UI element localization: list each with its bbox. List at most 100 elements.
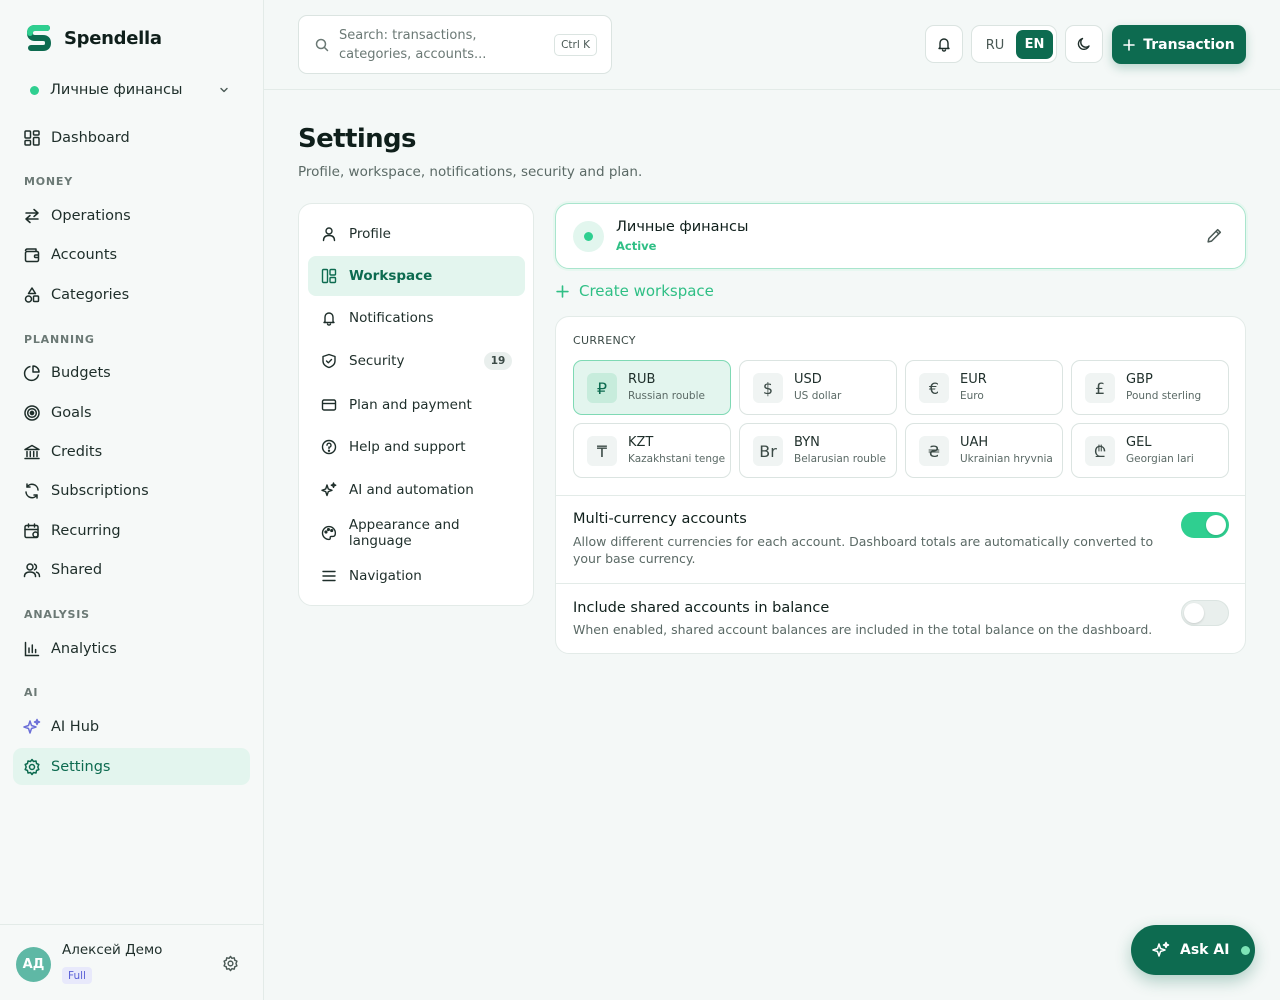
sidebar-item-label: Goals <box>51 404 92 421</box>
sidebar-item-label: Analytics <box>51 640 117 657</box>
settings-tab-help-and-support[interactable]: Help and support <box>308 427 525 467</box>
workspace-status-dot <box>30 85 39 95</box>
settings-tab-label: AI and automation <box>349 482 474 498</box>
create-workspace-button[interactable]: Create workspace <box>556 282 714 300</box>
currency-symbol: ₾ <box>1085 436 1115 466</box>
currency-symbol: € <box>919 373 949 403</box>
currency-symbol: $ <box>753 373 783 403</box>
sidebar-item-shared[interactable]: Shared <box>13 551 250 588</box>
currency-code: KZT <box>628 435 654 450</box>
sidebar-item-goals[interactable]: Goals <box>13 394 250 431</box>
workspace-card[interactable]: Личные финансы Active <box>555 203 1246 269</box>
shared-balance-toggle[interactable] <box>1181 600 1229 626</box>
sidebar-item-recurring[interactable]: Recurring <box>13 512 250 549</box>
app-logo[interactable]: Spendella <box>26 24 162 52</box>
add-transaction-button[interactable]: Transaction <box>1112 25 1246 64</box>
currency-option-gbp[interactable]: £ GBP Pound sterling <box>1071 360 1229 415</box>
settings-tab-notifications[interactable]: Notifications <box>308 298 525 338</box>
spendella-logo-icon <box>26 25 52 51</box>
bell-icon <box>323 312 335 326</box>
ask-ai-status-dot <box>1241 945 1251 955</box>
ask-ai-button[interactable]: Ask AI <box>1131 925 1255 975</box>
currency-code: GEL <box>1126 435 1152 450</box>
theme-toggle-button[interactable] <box>1065 25 1103 63</box>
lang-ru-button[interactable]: RU <box>977 31 1013 59</box>
credit-card-icon <box>321 399 337 411</box>
sidebar-item-categories[interactable]: Categories <box>13 276 250 313</box>
multi-currency-toggle[interactable] <box>1181 512 1229 538</box>
user-name: Алексей Демо <box>62 942 163 958</box>
settings-tab-appearance-and-language[interactable]: Appearance and language <box>308 513 525 553</box>
bell-icon <box>938 38 950 52</box>
currency-name: Kazakhstani tenge <box>628 453 726 465</box>
currency-code: GBP <box>1126 372 1153 387</box>
sidebar-item-operations[interactable]: Operations <box>13 197 250 234</box>
currency-option-gel[interactable]: ₾ GEL Georgian lari <box>1071 423 1229 478</box>
settings-tab-label: Notifications <box>349 310 434 326</box>
user-settings-gear-icon[interactable] <box>222 955 239 972</box>
sparkles-icon <box>23 718 41 734</box>
sidebar-item-analytics[interactable]: Analytics <box>13 630 250 667</box>
currency-code: EUR <box>960 372 987 387</box>
currency-option-uah[interactable]: ₴ UAH Ukrainian hryvnia <box>905 423 1063 478</box>
sidebar-section-planning: PLANNING <box>24 333 95 346</box>
plus-icon <box>1123 38 1136 51</box>
user-icon <box>322 227 336 242</box>
divider <box>556 495 1245 496</box>
page-subtitle: Profile, workspace, notifications, secur… <box>298 164 643 180</box>
shapes-icon <box>24 286 40 303</box>
currency-option-eur[interactable]: € EUR Euro <box>905 360 1063 415</box>
sidebar-item-label: Operations <box>51 207 131 224</box>
ask-ai-label: Ask AI <box>1180 942 1230 958</box>
sidebar-item-budgets[interactable]: Budgets <box>13 354 250 391</box>
settings-tab-navigation[interactable]: Navigation <box>308 556 525 596</box>
sidebar-item-label: Categories <box>51 286 130 303</box>
users-icon <box>23 562 41 577</box>
currency-section-title: CURRENCY <box>573 334 636 347</box>
settings-tab-workspace[interactable]: Workspace <box>308 256 525 296</box>
sidebar-item-credits[interactable]: Credits <box>13 433 250 470</box>
currency-code: USD <box>794 372 822 387</box>
bank-icon <box>24 444 40 459</box>
notifications-button[interactable] <box>925 25 963 63</box>
lang-en-button[interactable]: EN <box>1016 30 1053 59</box>
gear-icon <box>24 758 40 775</box>
settings-tab-plan-and-payment[interactable]: Plan and payment <box>308 385 525 425</box>
settings-tab-profile[interactable]: Profile <box>308 214 525 254</box>
shield-icon <box>322 353 336 369</box>
settings-tab-security[interactable]: Security 19 <box>308 341 525 381</box>
avatar[interactable]: АД <box>16 947 51 982</box>
sidebar-item-dashboard[interactable]: Dashboard <box>13 119 250 156</box>
sidebar-item-label: Settings <box>51 758 111 775</box>
arrows-exchange-icon <box>25 208 39 223</box>
currency-option-byn[interactable]: Br BYN Belarusian rouble <box>739 423 897 478</box>
currency-option-usd[interactable]: $ USD US dollar <box>739 360 897 415</box>
toggle-knob <box>1206 515 1226 535</box>
search-input[interactable]: Search: transactions, categories, accoun… <box>298 15 612 74</box>
sidebar-item-subscriptions[interactable]: Subscriptions <box>13 472 250 509</box>
currency-option-rub[interactable]: ₽ RUB Russian rouble <box>573 360 731 415</box>
toggle-knob <box>1184 603 1204 623</box>
moon-icon <box>1077 37 1090 50</box>
settings-tab-label: Navigation <box>349 568 422 584</box>
shared-balance-title: Include shared accounts in balance <box>573 600 830 616</box>
currency-option-kzt[interactable]: ₸ KZT Kazakhstani tenge <box>573 423 731 478</box>
plus-icon <box>556 284 569 298</box>
search-icon <box>315 38 329 52</box>
sidebar-item-accounts[interactable]: Accounts <box>13 236 250 273</box>
topbar: Search: transactions, categories, accoun… <box>264 0 1280 90</box>
multi-currency-description: Allow different currencies for each acco… <box>573 534 1154 566</box>
pencil-icon[interactable] <box>1206 227 1223 244</box>
settings-tab-ai-and-automation[interactable]: AI and automation <box>308 470 525 510</box>
workspace-switcher[interactable]: Личные финансы <box>30 78 242 102</box>
sidebar-item-settings[interactable]: Settings <box>13 748 250 785</box>
sidebar-item-ai-hub[interactable]: AI Hub <box>13 708 250 745</box>
wallet-icon <box>24 247 40 262</box>
settings-tab-label: Appearance and language <box>348 517 460 549</box>
settings-tab-label: Plan and payment <box>349 397 472 413</box>
sidebar-item-label: Subscriptions <box>51 482 149 499</box>
currency-name: Pound sterling <box>1126 390 1202 402</box>
settings-nav: Profile Workspace Notifications Security… <box>298 203 534 606</box>
workspace-card-status: Active <box>616 239 657 253</box>
chevron-down-icon <box>220 87 228 93</box>
